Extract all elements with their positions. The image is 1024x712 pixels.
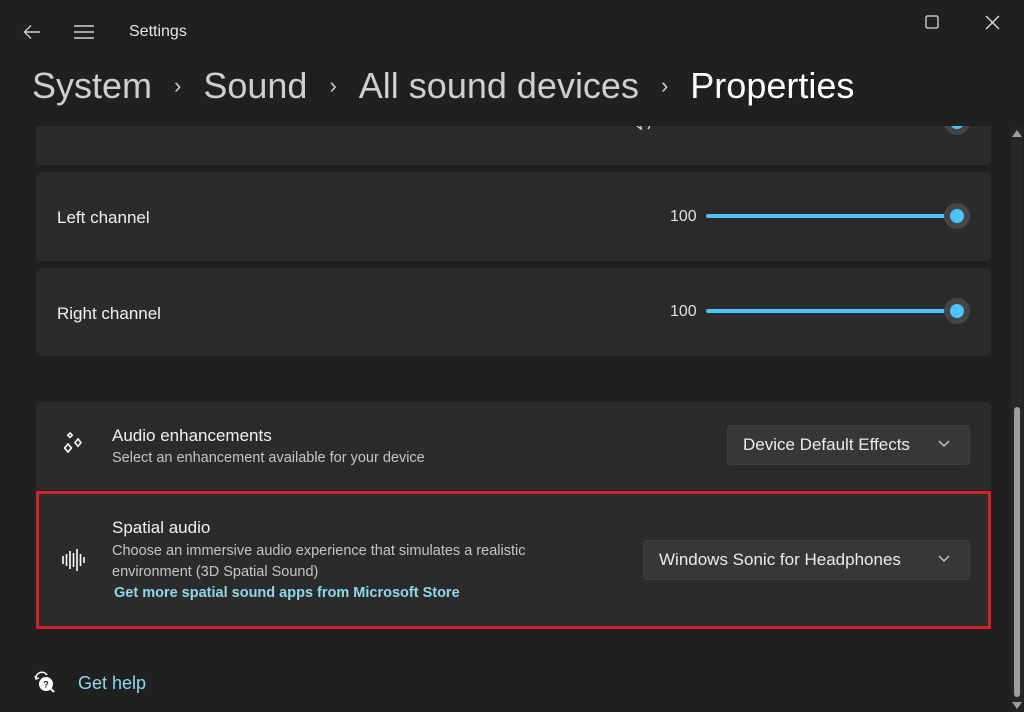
- maximize-button[interactable]: [902, 0, 962, 44]
- breadcrumb-properties: Properties: [690, 65, 855, 106]
- audio-enhancements-dropdown[interactable]: Device Default Effects: [727, 425, 970, 465]
- vertical-scrollbar[interactable]: [1010, 126, 1024, 712]
- scroll-up-arrow-icon[interactable]: [1012, 130, 1022, 137]
- breadcrumb-separator: ›: [660, 73, 669, 98]
- scroll-down-arrow-icon[interactable]: [1012, 702, 1022, 709]
- navigation-menu-button[interactable]: [66, 14, 102, 50]
- breadcrumb: System › Sound › All sound devices › Pro…: [32, 60, 854, 112]
- left-channel-value: 100: [670, 208, 697, 225]
- left-channel-slider-track[interactable]: [706, 214, 958, 218]
- audio-enhancements-title: Audio enhancements: [112, 426, 272, 445]
- volume-label: Volume: [57, 126, 114, 130]
- left-channel-card: Left channel 100: [36, 172, 991, 261]
- breadcrumb-system[interactable]: System: [32, 65, 152, 107]
- volume-value: 100: [670, 126, 697, 130]
- sparkle-icon: [63, 431, 83, 454]
- right-channel-slider-track[interactable]: [706, 309, 958, 313]
- breadcrumb-separator: ›: [174, 73, 182, 98]
- hamburger-menu-icon: [74, 25, 94, 39]
- microsoft-store-link[interactable]: Get more spatial sound apps from Microso…: [114, 585, 460, 601]
- speaker-volume-icon: [636, 126, 651, 131]
- left-channel-slider-thumb[interactable]: [944, 203, 970, 229]
- back-button[interactable]: [14, 14, 50, 50]
- spatial-audio-dropdown[interactable]: Windows Sonic for Headphones: [643, 540, 970, 580]
- maximize-icon: [925, 15, 939, 29]
- chevron-down-icon: [938, 440, 950, 447]
- audio-enhancements-card: Audio enhancements Select an enhancement…: [36, 402, 991, 490]
- right-channel-value: 100: [670, 303, 697, 320]
- spatial-audio-description-line1: Choose an immersive audio experience tha…: [112, 543, 526, 559]
- audio-enhancements-description: Select an enhancement available for your…: [112, 450, 425, 466]
- right-channel-slider-thumb[interactable]: [944, 298, 970, 324]
- close-icon: [985, 15, 999, 29]
- sound-wave-icon: [62, 549, 85, 571]
- volume-slider-thumb[interactable]: [944, 126, 970, 135]
- right-channel-card: Right channel 100: [36, 268, 991, 356]
- volume-card: Volume 100: [36, 126, 991, 165]
- spatial-audio-description-line2: environment (3D Spatial Sound): [112, 564, 319, 580]
- title-bar: Settings: [0, 0, 1024, 64]
- close-button[interactable]: [962, 0, 1022, 44]
- back-arrow-icon: [23, 25, 40, 39]
- get-help-label[interactable]: Get help: [78, 673, 146, 694]
- audio-enhancements-selected: Device Default Effects: [743, 435, 910, 454]
- spatial-audio-selected: Windows Sonic for Headphones: [659, 550, 901, 569]
- spatial-audio-title: Spatial audio: [112, 518, 211, 537]
- left-channel-label: Left channel: [57, 208, 150, 227]
- app-title: Settings: [129, 23, 187, 40]
- minimize-icon: [866, 16, 878, 28]
- right-channel-label: Right channel: [57, 304, 161, 323]
- scrollbar-thumb[interactable]: [1014, 407, 1020, 697]
- spatial-audio-card: Spatial audio Choose an immersive audio …: [36, 492, 991, 628]
- get-help-icon: ?: [34, 671, 55, 693]
- svg-text:?: ?: [43, 680, 49, 690]
- breadcrumb-sound[interactable]: Sound: [203, 65, 307, 107]
- breadcrumb-all-sound-devices[interactable]: All sound devices: [359, 65, 639, 107]
- breadcrumb-separator: ›: [329, 73, 337, 98]
- get-help-button[interactable]: ?: [30, 668, 58, 696]
- chevron-down-icon: [938, 555, 950, 562]
- settings-content: Volume 100 Left channel 100 Right channe…: [0, 126, 1010, 712]
- minimize-button[interactable]: [842, 0, 902, 44]
